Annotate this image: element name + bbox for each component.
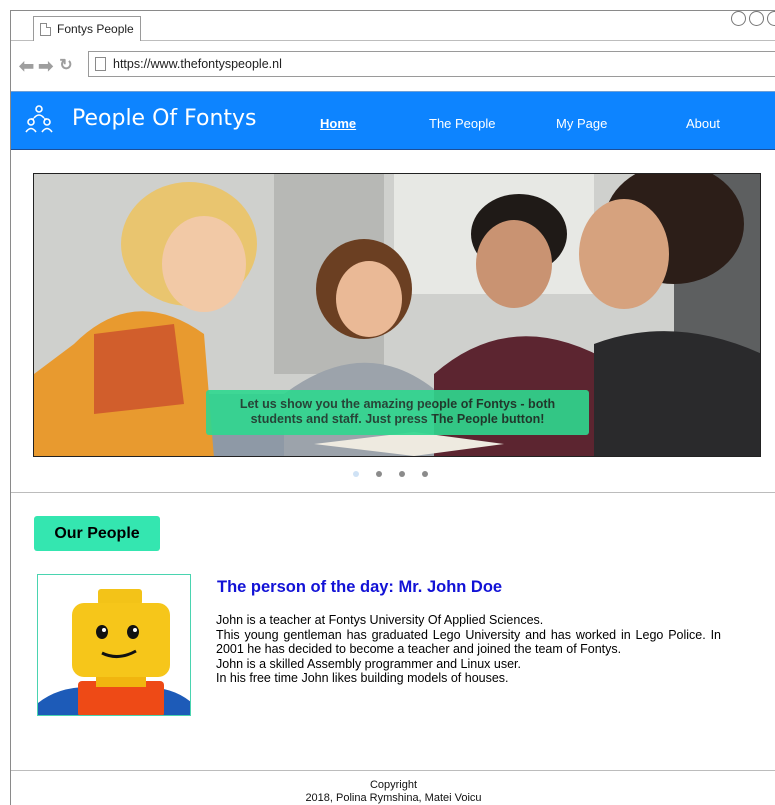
site-brand[interactable]: People Of Fontys: [72, 106, 257, 131]
caption-line: students and staff. Just press The Peopl…: [250, 412, 545, 426]
url-text: https://www.thefontyspeople.nl: [113, 57, 282, 71]
back-arrow-icon[interactable]: ⬅: [19, 57, 34, 75]
carousel-indicators: [353, 471, 428, 477]
carousel-caption: Let us show you the amazing people of Fo…: [206, 390, 589, 435]
person-of-day-title: The person of the day: Mr. John Doe: [217, 578, 503, 596]
page-icon: [95, 57, 106, 71]
caption-line: Let us show you the amazing people of Fo…: [239, 397, 556, 411]
maximize-button[interactable]: [749, 11, 764, 26]
site-header: People Of Fontys Home The People My Page…: [11, 91, 775, 150]
address-row: ⬅ ➡ ↻ https://www.thefontyspeople.nl: [11, 42, 775, 90]
browser-window: Fontys People ⬅ ➡ ↻ https://www.thefonty…: [10, 10, 775, 805]
our-people-heading: Our People: [34, 516, 160, 551]
site-footer: Copyright 2018, Polina Rymshina, Matei V…: [11, 779, 775, 805]
reload-icon[interactable]: ↻: [59, 58, 72, 74]
forward-arrow-icon[interactable]: ➡: [38, 57, 53, 75]
bio-line: John is a teacher at Fontys University O…: [216, 613, 544, 627]
window-controls: [731, 11, 775, 26]
person-photo: [37, 574, 191, 716]
carousel-dot[interactable]: [399, 471, 405, 477]
carousel-dot[interactable]: [422, 471, 428, 477]
lego-figure-icon: [38, 575, 190, 715]
tab-title: Fontys People: [57, 22, 134, 36]
carousel-dot[interactable]: [376, 471, 382, 477]
people-network-icon: [25, 105, 53, 133]
browser-tab[interactable]: Fontys People: [33, 16, 141, 41]
close-button[interactable]: [767, 11, 775, 26]
hero-carousel[interactable]: Let us show you the amazing people of Fo…: [33, 173, 761, 457]
tab-strip: Fontys People: [11, 11, 775, 41]
nav-the-people[interactable]: The People: [429, 116, 496, 131]
person-bio: John is a teacher at Fontys University O…: [216, 613, 721, 686]
footer-divider: [11, 770, 775, 771]
nav-my-page[interactable]: My Page: [556, 116, 607, 131]
minimize-button[interactable]: [731, 11, 746, 26]
nav-about[interactable]: About: [686, 116, 720, 131]
bio-line: In his free time John likes building mod…: [216, 671, 509, 686]
nav-home[interactable]: Home: [320, 116, 356, 131]
bio-line: John is a skilled Assembly programmer an…: [216, 656, 522, 671]
copyright-label: Copyright: [369, 779, 418, 791]
bio-line: This young gentleman has graduated Lego …: [216, 627, 721, 657]
carousel-dot[interactable]: [353, 471, 359, 477]
copyright-authors: 2018, Polina Rymshina, Matei Voicu: [305, 792, 482, 804]
page-icon: [40, 22, 51, 36]
section-divider: [11, 492, 775, 493]
address-bar[interactable]: https://www.thefontyspeople.nl: [88, 51, 775, 77]
